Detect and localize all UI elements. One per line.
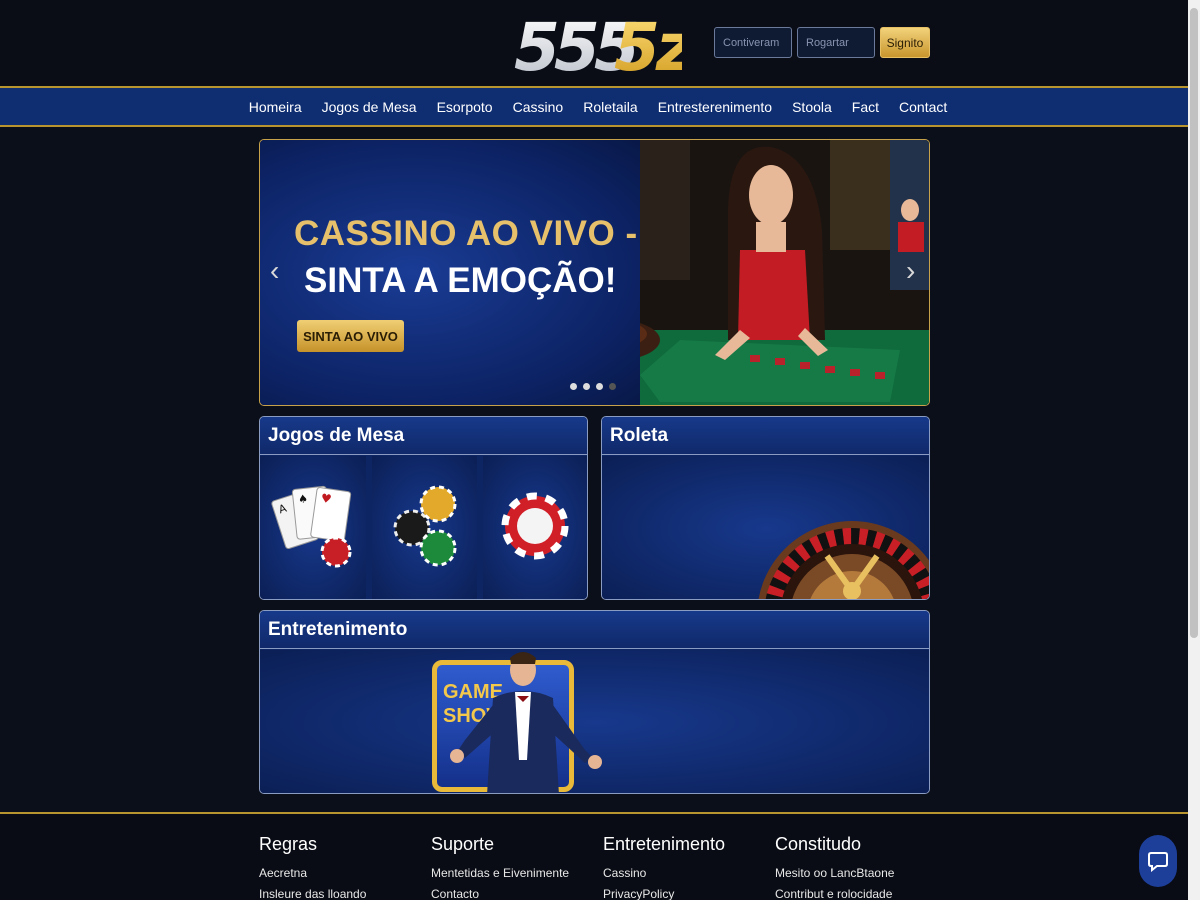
carousel-dot[interactable] (596, 383, 603, 390)
section-title: Entretenimento (260, 611, 929, 649)
footer-link[interactable]: Insleure das lloando (259, 887, 366, 900)
footer-link[interactable]: Mentetidas e Eivenimente (431, 866, 569, 880)
chevron-right-icon[interactable]: › (906, 255, 915, 287)
chat-button[interactable] (1139, 835, 1177, 887)
footer-column: Suporte Mentetidas e Eivenimente Contact… (431, 834, 569, 900)
page-scrollbar[interactable] (1188, 0, 1200, 900)
table-games-section: Jogos de Mesa A ♠ ♥ (259, 416, 588, 600)
svg-text:♥: ♥ (320, 491, 333, 506)
game-tile-chip[interactable] (483, 456, 587, 599)
hero-cta-button[interactable]: SINTA AO VIVO (297, 320, 404, 352)
roulette-section: Roleta (601, 416, 930, 600)
footer-link[interactable]: Contacto (431, 887, 569, 900)
section-title: Roleta (602, 417, 929, 455)
svg-text:5z: 5z (614, 9, 682, 78)
site-header: 555 5z Signito (0, 0, 1188, 86)
scrollbar-thumb[interactable] (1190, 8, 1198, 638)
nav-item-entertainment[interactable]: Entresterenimento (658, 99, 772, 115)
nav-item-sports[interactable]: Esorpoto (437, 99, 493, 115)
signin-button[interactable]: Signito (880, 27, 930, 58)
svg-text:♠: ♠ (297, 492, 308, 506)
footer-link[interactable]: Contribut e rolocidade (775, 887, 894, 900)
password-input[interactable] (797, 27, 875, 58)
hero-title-line1: CASSINO AO VIVO - (294, 214, 638, 253)
roulette-wheel-icon (758, 521, 929, 599)
section-title: Jogos de Mesa (260, 417, 587, 455)
footer-link[interactable]: Aecretna (259, 866, 366, 880)
nav-item-fact[interactable]: Fact (852, 99, 879, 115)
entertainment-section: Entretenimento GAME SHOW (259, 610, 930, 794)
site-footer: Regras Aecretna Insleure das lloando Sup… (0, 812, 1188, 900)
logo[interactable]: 555 5z (512, 8, 682, 78)
footer-column: Constitudo Mesito oo LancBtaone Contribu… (775, 834, 894, 900)
hero-title-line2: SINTA A EMOÇÃO! (304, 261, 617, 300)
carousel-dot[interactable] (609, 383, 616, 390)
nav-item-roulette[interactable]: Roletaila (583, 99, 637, 115)
carousel-dot[interactable] (583, 383, 590, 390)
game-tile-cards[interactable]: A ♠ ♥ (260, 456, 366, 599)
chevron-left-icon[interactable]: ‹ (270, 255, 279, 287)
poker-chip-icon (501, 492, 569, 560)
footer-column: Entretenimento Cassino PrivacyPolicy (603, 834, 725, 900)
footer-link[interactable]: PrivacyPolicy (603, 887, 725, 900)
carousel-dot[interactable] (570, 383, 577, 390)
nav-item-home[interactable]: Homeira (249, 99, 302, 115)
roulette-tile[interactable] (602, 456, 929, 599)
poker-chips-icon (393, 485, 457, 567)
host-figure-image (450, 652, 602, 793)
username-input[interactable] (714, 27, 792, 58)
footer-heading: Constitudo (775, 834, 862, 854)
nav-item-stoola[interactable]: Stoola (792, 99, 832, 115)
playing-cards-icon: A ♠ ♥ (271, 485, 352, 568)
nav-item-contact[interactable]: Contact (899, 99, 947, 115)
footer-link[interactable]: Mesito oo LancBtaone (775, 866, 894, 880)
footer-heading: Suporte (431, 834, 495, 854)
nav-item-table-games[interactable]: Jogos de Mesa (322, 99, 417, 115)
footer-heading: Regras (259, 834, 318, 854)
game-show-tile[interactable]: GAME SHOW (260, 650, 929, 793)
game-tile-chips[interactable] (372, 456, 477, 599)
footer-column: Regras Aecretna Insleure das lloando (259, 834, 366, 900)
chat-bubble-icon (1148, 852, 1168, 872)
nav-item-casino[interactable]: Cassino (513, 99, 564, 115)
carousel-dots (570, 383, 616, 390)
footer-link[interactable]: Cassino (603, 866, 725, 880)
main-nav: Homeira Jogos de Mesa Esorpoto Cassino R… (0, 86, 1188, 127)
footer-heading: Entretenimento (603, 834, 726, 854)
hero-banner[interactable]: CASSINO AO VIVO - SINTA A EMOÇÃO! SINTA … (259, 139, 930, 406)
